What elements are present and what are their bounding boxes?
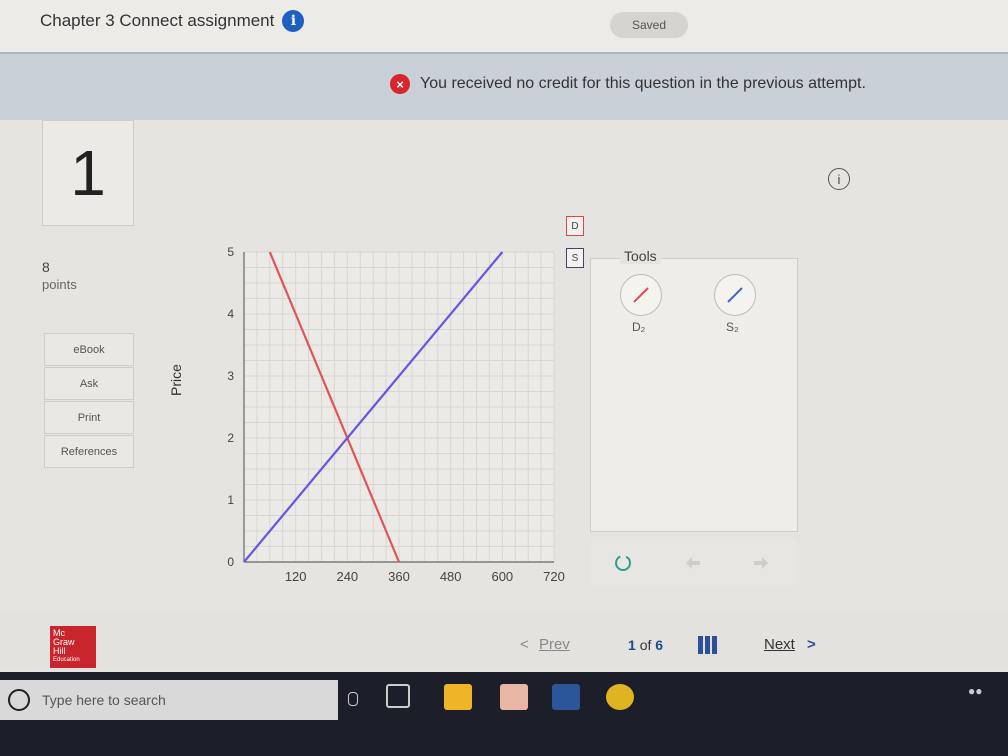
plot-area (244, 252, 554, 562)
file-explorer-icon[interactable] (444, 684, 472, 710)
points-value: 8 (42, 259, 50, 275)
prev-label: Prev (538, 636, 570, 653)
d2-tool-button[interactable] (620, 274, 662, 316)
question-number-box: 1 (42, 120, 134, 226)
alert-content: × You received no credit for this questi… (390, 74, 866, 94)
search-placeholder: Type here to search (42, 692, 166, 708)
next-label: Next (764, 636, 795, 653)
info-icon[interactable]: i (282, 10, 305, 32)
points-label: points (42, 277, 77, 292)
question-number: 1 (70, 137, 106, 209)
x-tick-label: 120 (285, 569, 307, 584)
y-tick-label: 5 (227, 245, 234, 259)
word-icon[interactable] (552, 684, 580, 710)
y-tick-label: 1 (227, 493, 234, 507)
cortana-icon[interactable] (8, 689, 30, 711)
alert-message: You received no credit for this question… (420, 75, 866, 92)
assignment-title-row: Chapter 3 Connect assignment i (40, 10, 305, 32)
chevron-right-icon: > (807, 636, 816, 653)
task-view-icon[interactable] (386, 684, 410, 708)
prev-button[interactable]: < Prev (520, 636, 570, 653)
next-button[interactable]: Next > (764, 636, 816, 653)
y-tick-label: 2 (227, 431, 234, 445)
s2-tool-button[interactable] (714, 274, 756, 316)
tool-actions-bar (590, 540, 796, 586)
redo-icon[interactable] (750, 554, 772, 572)
people-icon[interactable]: ●● (968, 684, 983, 698)
assignment-title: Chapter 3 Connect assignment (40, 11, 275, 30)
page-indicator: 1 of 6 (628, 637, 663, 653)
supply-curve (243, 251, 504, 563)
blue-line-icon (727, 287, 743, 303)
y-tick-label: 3 (227, 369, 234, 383)
y-tick-label: 0 (227, 555, 234, 569)
y-tick-label: 4 (227, 307, 234, 321)
chrome-icon[interactable] (606, 684, 634, 710)
question-info-icon[interactable]: i (828, 168, 850, 190)
references-button[interactable]: References (44, 435, 134, 468)
undo-icon[interactable] (682, 554, 704, 572)
supply-tag[interactable]: S (566, 248, 584, 268)
x-tick-label: 720 (543, 569, 565, 584)
points-block: 8 points (42, 258, 77, 294)
demand-tag[interactable]: D (566, 216, 584, 236)
side-menu: eBook Ask Print References (44, 333, 134, 469)
photos-app-icon[interactable] (500, 684, 528, 710)
y-axis-label: Price (168, 364, 184, 396)
page-current: 1 (628, 637, 636, 653)
ask-button[interactable]: Ask (44, 367, 134, 400)
ebook-button[interactable]: eBook (44, 333, 134, 366)
tools-title: Tools (620, 248, 661, 264)
x-tick-label: 240 (336, 569, 358, 584)
d2-tool-label: D₂ (632, 320, 646, 334)
saved-status-badge: Saved (610, 12, 688, 38)
page-of: of (639, 637, 652, 653)
x-tick-label: 600 (491, 569, 513, 584)
s2-tool-label: S₂ (726, 320, 739, 334)
grid-view-icon[interactable] (698, 636, 718, 654)
red-line-icon (633, 287, 649, 303)
reset-icon[interactable] (612, 552, 634, 574)
x-tick-label: 360 (388, 569, 410, 584)
error-icon: × (390, 74, 410, 94)
logo-line: Education (53, 657, 80, 663)
alert-banner: × You received no credit for this questi… (0, 52, 1008, 120)
logo-line: Hill (53, 646, 66, 656)
demand-curve (268, 251, 401, 563)
taskbar-search-box[interactable]: Type here to search (0, 680, 338, 720)
mcgraw-hill-logo: Mc Graw Hill Education (50, 626, 96, 668)
chevron-left-icon: < (520, 636, 529, 653)
page-total: 6 (655, 637, 664, 653)
bottom-nav-bar (0, 612, 1008, 670)
x-tick-label: 480 (440, 569, 462, 584)
microphone-icon[interactable] (348, 692, 358, 706)
print-button[interactable]: Print (44, 401, 134, 434)
